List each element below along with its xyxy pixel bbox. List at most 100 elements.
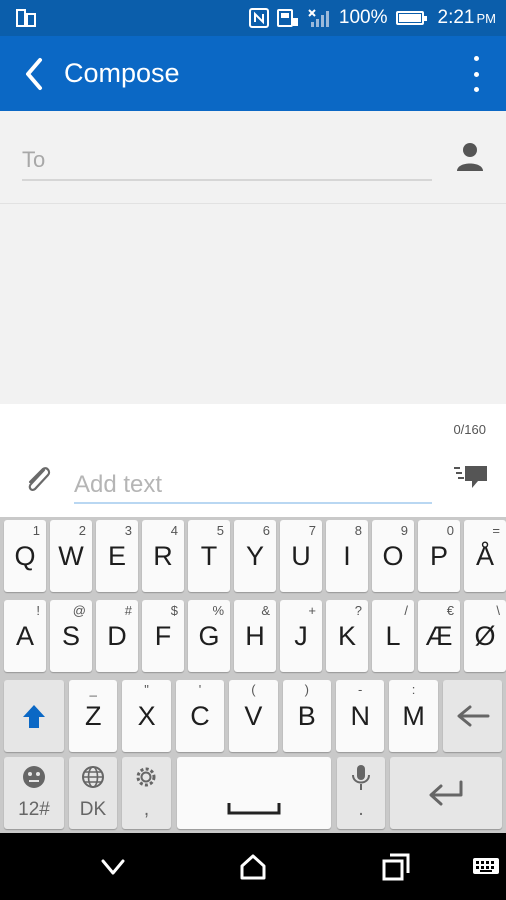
key-q[interactable]: 1Q [4,520,46,592]
key-d[interactable]: # D [96,600,138,672]
key-char: S [61,620,80,651]
quick-text-send-icon[interactable] [454,464,488,492]
key-ø[interactable]: \ Ø [464,600,506,672]
key-h[interactable]: & H [234,600,276,672]
nfc-icon [248,8,269,28]
sim-battery-saver-icon [276,9,298,27]
key-y[interactable]: 6Y [234,520,276,592]
key-v[interactable]: (V [229,680,278,752]
overflow-dot [473,71,479,77]
key-alt-char: = [492,523,500,538]
enter-return-icon [429,780,463,806]
key-l[interactable]: / L [372,600,414,672]
key-char: Å [475,540,494,571]
key-z[interactable]: _ Z [69,680,118,752]
key-b[interactable]: ) B [282,680,331,752]
key-char: Æ [425,620,453,651]
key-alt-char: 9 [400,523,408,538]
key-f[interactable]: $ F [142,600,184,672]
key-alt-char: ' [198,682,202,697]
message-thread-area [0,204,506,404]
nav-recent-apps-icon[interactable] [380,851,412,883]
key-char: G [198,620,220,651]
key-alt-char: 4 [170,523,178,538]
backspace-key[interactable] [443,680,502,752]
key-alt-char: 7 [308,523,316,538]
language-key[interactable]: DK [69,757,117,829]
character-counter: 0/160 [453,422,486,437]
key-char: C [190,700,210,731]
key-k[interactable]: ? K [326,600,368,672]
key-m[interactable]: :M [389,680,438,752]
key-a[interactable]: ! A [4,600,46,672]
microphone-key[interactable]: . [337,757,385,829]
space-key[interactable] [177,757,331,829]
settings-gear-icon [136,767,156,787]
key-char: Y [245,540,264,571]
key-w[interactable]: 2W [50,520,92,592]
key-alt-char: % [212,603,224,618]
key-c[interactable]: ' C [175,680,225,752]
key-char: K [337,620,356,651]
key-char: M [402,700,425,731]
key-o[interactable]: 9O [372,520,414,592]
emoji-icon [23,766,45,788]
message-text-input[interactable] [74,468,432,504]
key-p[interactable]: 0P [418,520,460,592]
symbols-key-label: 12# [18,799,50,820]
key-alt-char: 3 [124,523,132,538]
key-r[interactable]: 4R [142,520,184,592]
shift-key[interactable] [4,680,64,752]
battery-fill [398,14,421,22]
key-x[interactable]: " X [122,680,171,752]
key-å[interactable]: = Å [464,520,506,592]
key-alt-char: # [124,603,132,618]
key-char: F [154,620,172,651]
key-char: U [291,540,311,571]
overflow-menu-icon[interactable] [466,56,486,92]
enter-key[interactable] [390,757,502,829]
key-alt-char: " [144,682,149,697]
status-bar: 100% 2:21 PM [0,0,506,36]
page-title: Compose [64,58,180,88]
status-time-value: 2:21 [437,7,475,28]
key-alt-char: + [308,603,316,618]
key-g[interactable]: % G [188,600,230,672]
nav-keyboard-switch-icon[interactable] [472,851,500,883]
nav-back-chevron-icon[interactable] [97,851,129,883]
key-n[interactable]: -N [336,680,385,752]
key-char: R [153,540,173,571]
recipient-input[interactable] [22,141,432,181]
key-æ[interactable]: € Æ [418,600,460,672]
key-alt-char: ! [36,603,40,618]
back-arrow-icon[interactable] [16,54,52,94]
key-e[interactable]: 3E [96,520,138,592]
key-char: P [429,540,448,571]
key-j[interactable]: + J [280,600,322,672]
recipient-row [0,111,506,204]
key-i[interactable]: 8I [326,520,368,592]
key-alt-char: 6 [262,523,270,538]
battery-percent: 100% [338,7,388,28]
key-alt-char: ) [304,682,309,697]
key-u[interactable]: 7U [280,520,322,592]
contact-person-icon[interactable] [456,141,484,173]
key-alt-char: 2 [78,523,86,538]
settings-key-sub: , [143,799,150,820]
overflow-dot [473,87,479,92]
navigation-bar [0,833,506,900]
dual-window-icon [16,9,36,27]
key-t[interactable]: 5T [188,520,230,592]
language-key-label: DK [79,799,107,820]
key-s[interactable]: @ S [50,600,92,672]
settings-key[interactable]: , [122,757,171,829]
paperclip-attach-icon[interactable] [22,462,54,498]
key-char: N [350,700,370,731]
key-alt-char: - [358,682,363,697]
key-char: D [107,620,127,651]
microphone-icon [352,765,370,790]
symbols-key[interactable]: 12# [4,757,64,829]
key-char: L [385,620,401,651]
key-alt-char: € [446,603,454,618]
nav-home-icon[interactable] [237,851,269,883]
